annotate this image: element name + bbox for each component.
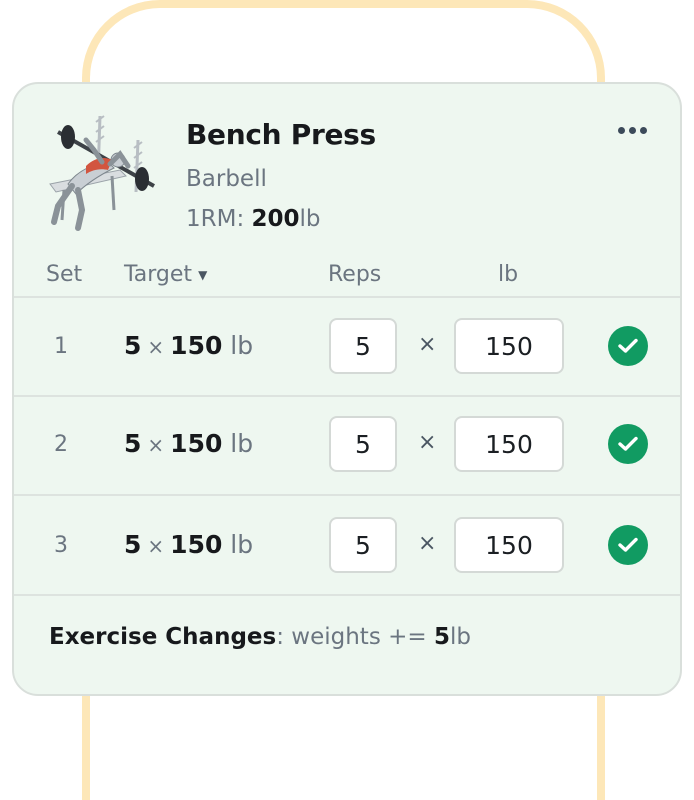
exercise-changes-unit: lb bbox=[450, 624, 471, 650]
set-target: 5 × 150 lb bbox=[124, 429, 253, 458]
divider bbox=[14, 494, 680, 496]
set-row-1: 1 5 × 150 lb 5 × 150 bbox=[14, 298, 680, 394]
column-header-reps: Reps bbox=[328, 262, 382, 287]
one-rep-max-unit: lb bbox=[299, 206, 321, 232]
exercise-illustration bbox=[42, 110, 162, 236]
reps-input[interactable]: 5 bbox=[329, 318, 397, 374]
more-dot bbox=[628, 126, 636, 134]
divider bbox=[14, 594, 680, 596]
target-reps: 5 bbox=[124, 429, 142, 458]
exercise-changes-value: 5 bbox=[433, 624, 450, 650]
times-sign: × bbox=[418, 430, 437, 455]
column-header-target[interactable]: Target ▼ bbox=[124, 262, 207, 287]
target-weight: 150 bbox=[170, 530, 223, 559]
exercise-title: Bench Press bbox=[186, 118, 376, 151]
target-weight: 150 bbox=[170, 331, 223, 360]
target-unit: lb bbox=[222, 429, 254, 458]
caret-down-icon: ▼ bbox=[198, 267, 208, 282]
set-number: 1 bbox=[54, 334, 68, 359]
check-circle-icon bbox=[618, 338, 638, 353]
target-reps: 5 bbox=[124, 530, 142, 559]
target-times: × bbox=[147, 335, 165, 359]
set-target: 5 × 150 lb bbox=[124, 530, 253, 559]
exercise-equipment: Barbell bbox=[186, 166, 267, 192]
exercise-changes-label: Exercise Changes bbox=[49, 624, 277, 650]
exercise-changes: Exercise Changes: weights += 5lb bbox=[49, 624, 471, 650]
exercise-card: Bench Press Barbell 1RM: 200lb Set Targe… bbox=[12, 82, 682, 696]
target-weight: 150 bbox=[170, 429, 223, 458]
complete-set-button[interactable] bbox=[608, 525, 648, 565]
set-target: 5 × 150 lb bbox=[124, 331, 253, 360]
weight-input[interactable]: 150 bbox=[454, 517, 564, 573]
more-horizontal-icon bbox=[617, 126, 625, 134]
check-circle-icon bbox=[618, 436, 638, 451]
check-circle-icon bbox=[618, 537, 638, 552]
set-number: 2 bbox=[54, 432, 68, 457]
column-header-set: Set bbox=[46, 262, 83, 287]
more-options-button[interactable] bbox=[612, 120, 652, 140]
exercise-changes-text: : weights += bbox=[276, 624, 434, 650]
target-times: × bbox=[147, 433, 165, 457]
complete-set-button[interactable] bbox=[608, 424, 648, 464]
complete-set-button[interactable] bbox=[608, 326, 648, 366]
target-unit: lb bbox=[222, 530, 254, 559]
reps-input[interactable]: 5 bbox=[329, 416, 397, 472]
weight-input[interactable]: 150 bbox=[454, 416, 564, 472]
times-sign: × bbox=[418, 531, 437, 556]
column-header-target-label: Target bbox=[124, 262, 193, 287]
reps-input[interactable]: 5 bbox=[329, 517, 397, 573]
one-rep-max-label: 1RM: bbox=[186, 206, 252, 232]
column-header-weight: lb bbox=[498, 262, 519, 287]
more-dot bbox=[639, 126, 647, 134]
times-sign: × bbox=[418, 332, 437, 357]
set-row-3: 3 5 × 150 lb 5 × 150 bbox=[14, 497, 680, 593]
target-unit: lb bbox=[222, 331, 254, 360]
set-number: 3 bbox=[54, 533, 68, 558]
set-row-2: 2 5 × 150 lb 5 × 150 bbox=[14, 396, 680, 492]
target-times: × bbox=[147, 534, 165, 558]
target-reps: 5 bbox=[124, 331, 142, 360]
one-rep-max-value: 200 bbox=[251, 206, 300, 232]
one-rep-max: 1RM: 200lb bbox=[186, 206, 321, 232]
weight-input[interactable]: 150 bbox=[454, 318, 564, 374]
